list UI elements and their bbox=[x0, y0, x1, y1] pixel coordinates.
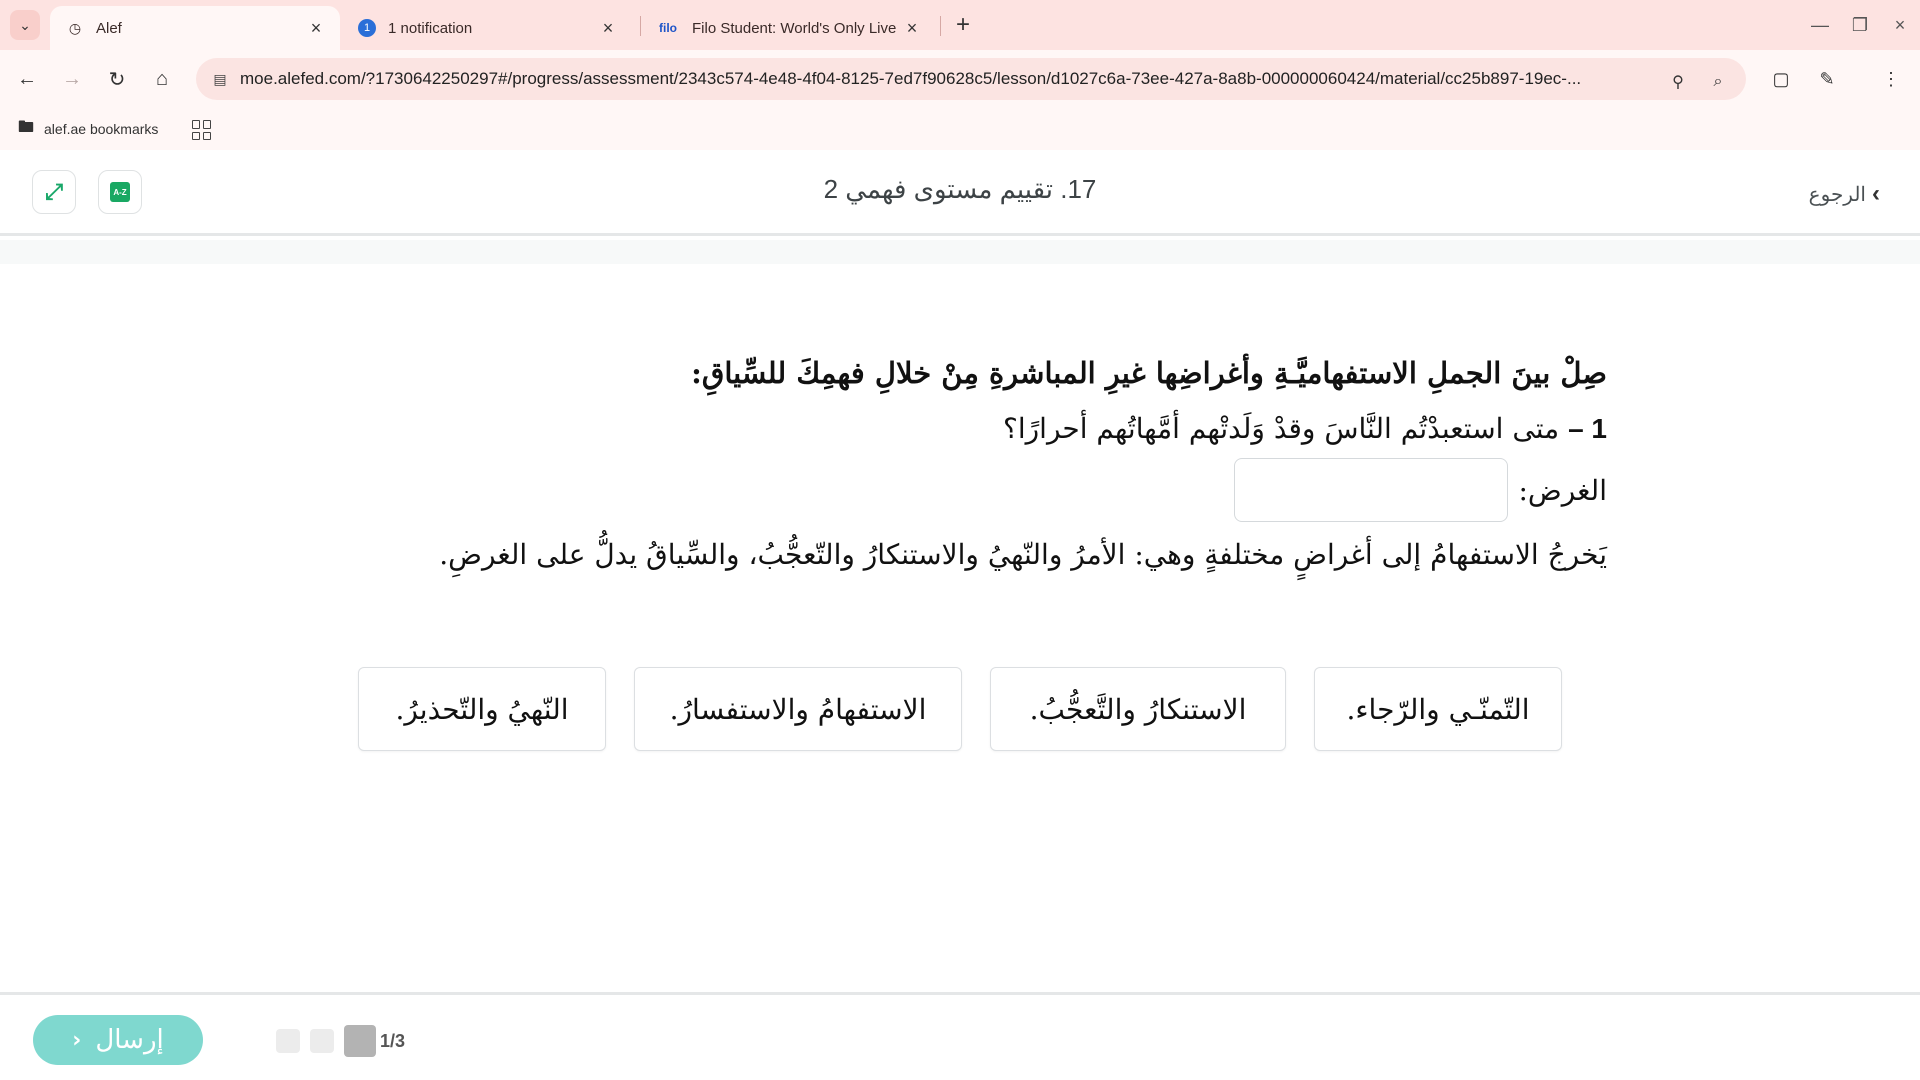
site-info-icon[interactable]: ▤ bbox=[200, 71, 240, 88]
tab-title: Filo Student: World's Only Live I bbox=[692, 19, 900, 37]
page-title: 17. تقييم مستوى فهمي 2 bbox=[823, 174, 1097, 204]
restore-icon: ❐ bbox=[1851, 14, 1869, 35]
back-label: الرجوع bbox=[1808, 183, 1866, 206]
bookmark-folder[interactable]: 🖿 alef.ae bookmarks bbox=[18, 116, 158, 142]
tab-notification[interactable]: 1 1 notification × bbox=[352, 6, 632, 50]
purpose-label: الغرض: bbox=[1518, 473, 1607, 507]
lesson-header: ⤢ A-Z 17. تقييم مستوى فهمي 2 › الرجوع bbox=[0, 150, 1920, 236]
answer-options: التّمنّـي والرّجاء. الاستنكارُ والتَّعجُ… bbox=[358, 667, 1562, 751]
question-number: 1 – bbox=[1568, 413, 1607, 444]
minimize-button[interactable]: — bbox=[1800, 8, 1840, 42]
reload-icon: ↻ bbox=[108, 68, 126, 91]
close-icon: × bbox=[1894, 14, 1906, 35]
tab-separator bbox=[640, 16, 641, 36]
tab-title: Alef bbox=[96, 19, 122, 37]
close-icon[interactable]: × bbox=[596, 18, 620, 39]
tab-separator bbox=[940, 16, 941, 36]
tab-alef[interactable]: ◷ Alef × bbox=[50, 6, 340, 50]
restore-button[interactable]: ❐ bbox=[1840, 8, 1880, 42]
content-divider bbox=[0, 240, 1920, 264]
plus-icon: + bbox=[955, 11, 970, 38]
question-note: يَخرجُ الاستفهامُ إلى أغراضٍ مختلفةٍ وهي… bbox=[439, 538, 1607, 571]
apps-grid-icon[interactable] bbox=[192, 120, 212, 140]
extensions-icon[interactable]: ✎ bbox=[1812, 64, 1842, 94]
url-text[interactable]: moe.alefed.com/?1730642250297#/progress/… bbox=[240, 69, 1746, 89]
notification-badge-icon: 1 bbox=[356, 19, 378, 37]
close-icon[interactable]: × bbox=[900, 18, 924, 39]
forward-button[interactable]: → bbox=[57, 64, 87, 94]
answer-option[interactable]: الاستنكارُ والتَّعجُّبُ. bbox=[990, 667, 1286, 751]
assessment-footer: إرسال ‹ 1/3 bbox=[0, 992, 1920, 1080]
answer-option[interactable]: التّمنّـي والرّجاء. bbox=[1314, 667, 1562, 751]
purpose-row: الغرض: bbox=[1234, 458, 1607, 522]
answer-drop-zone[interactable] bbox=[1234, 458, 1509, 522]
home-button[interactable]: ⌂ bbox=[147, 64, 177, 94]
dictionary-icon: A-Z bbox=[110, 182, 130, 202]
tab-title: 1 notification bbox=[388, 19, 473, 37]
pager-dot-current[interactable] bbox=[344, 1025, 376, 1057]
pager-label: 1/3 bbox=[380, 1030, 406, 1051]
close-icon[interactable]: × bbox=[304, 18, 328, 39]
new-tab-button[interactable]: + bbox=[948, 10, 978, 40]
bookmarks-bar: 🖿 alef.ae bookmarks bbox=[0, 108, 1920, 150]
question-sentence: متى استعبدْتُم النَّاسَ وقدْ وَلَدتْهم أ… bbox=[1003, 412, 1560, 445]
dictionary-button[interactable]: A-Z bbox=[98, 170, 142, 214]
zoom-icon[interactable]: ⌕ bbox=[1706, 70, 1730, 94]
menu-icon[interactable]: ⋮ bbox=[1876, 64, 1906, 94]
pager-dot[interactable] bbox=[276, 1029, 300, 1053]
filo-logo-icon: filo bbox=[659, 21, 677, 35]
tab-search-button[interactable]: ⌄ bbox=[10, 10, 40, 40]
folder-icon: 🖿 bbox=[18, 118, 35, 136]
home-icon: ⌂ bbox=[155, 67, 169, 90]
close-window-button[interactable]: × bbox=[1880, 8, 1920, 42]
answer-option[interactable]: النّهيُ والتّحذيرُ. bbox=[358, 667, 606, 751]
chevron-right-icon: › bbox=[1872, 180, 1880, 207]
notification-badge: 1 bbox=[358, 19, 376, 37]
question-pager: 1/3 bbox=[276, 1025, 405, 1057]
chevron-down-icon: ⌄ bbox=[19, 16, 31, 33]
browser-tab-bar: ⌄ ◷ Alef × 1 1 notification × filo Filo … bbox=[0, 0, 1920, 50]
submit-label: إرسال bbox=[95, 1025, 164, 1055]
expand-icon: ⤢ bbox=[45, 179, 63, 204]
arrow-right-icon: → bbox=[62, 67, 82, 90]
cast-icon[interactable]: ▢ bbox=[1766, 64, 1796, 94]
location-pin-icon[interactable]: ⚲ bbox=[1666, 70, 1690, 94]
question-sentence-row: 1 – متى استعبدْتُم النَّاسَ وقدْ وَلَدتْ… bbox=[357, 412, 1607, 445]
chevron-left-icon: ‹ bbox=[72, 1027, 82, 1053]
submit-button[interactable]: إرسال ‹ bbox=[33, 1015, 203, 1065]
minimize-icon: — bbox=[1811, 14, 1829, 35]
browser-toolbar: ← → ↻ ⌂ ▤ moe.alefed.com/?1730642250297#… bbox=[0, 50, 1920, 108]
fullscreen-button[interactable]: ⤢ bbox=[32, 170, 76, 214]
arrow-left-icon: ← bbox=[17, 67, 37, 90]
alef-logo-icon: ◷ bbox=[68, 19, 82, 36]
back-button[interactable]: ← bbox=[12, 64, 42, 94]
tab-filo[interactable]: filo Filo Student: World's Only Live I × bbox=[650, 6, 936, 50]
pager-dot[interactable] bbox=[310, 1029, 334, 1053]
answer-option[interactable]: الاستفهامُ والاستفسارُ. bbox=[634, 667, 962, 751]
reload-button[interactable]: ↻ bbox=[102, 64, 132, 94]
bookmark-label: alef.ae bookmarks bbox=[44, 121, 159, 137]
address-bar[interactable]: ▤ moe.alefed.com/?1730642250297#/progres… bbox=[196, 58, 1746, 100]
back-link[interactable]: › الرجوع bbox=[1809, 180, 1880, 208]
question-instruction: صِلْ بينَ الجملِ الاستفهاميَّـةِ وأغراضِ… bbox=[691, 356, 1607, 390]
